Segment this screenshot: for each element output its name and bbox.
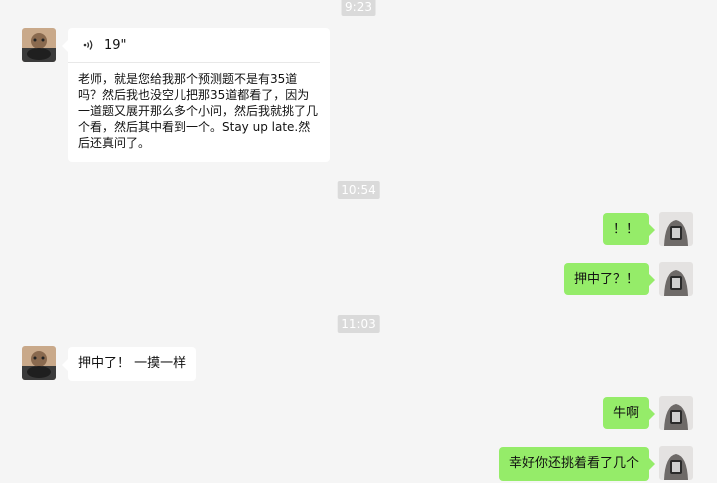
voice-message-bubble[interactable]: 19" 老师，就是您给我那个预测题不是有35道吗？然后我也没空儿把那35道都看了… xyxy=(62,28,330,162)
timestamp: 9:23 xyxy=(341,0,376,16)
voice-wave-icon xyxy=(83,40,93,50)
timestamp: 11:03 xyxy=(337,315,380,333)
voice-transcript: 老师，就是您给我那个预测题不是有35道吗？然后我也没空儿把那35道都看了，因为一… xyxy=(78,72,319,150)
sent-message-bubble[interactable]: ！！ xyxy=(602,213,656,245)
sent-message-bubble[interactable]: 牛啊 xyxy=(602,397,656,429)
self-avatar[interactable] xyxy=(659,212,693,246)
contact-avatar[interactable] xyxy=(22,28,56,62)
sent-message-bubble[interactable]: 押中了？！ xyxy=(563,263,656,295)
sent-message-bubble[interactable]: 幸好你还挑着看了几个 xyxy=(498,447,656,481)
voice-message-player[interactable]: 19" xyxy=(68,28,320,63)
self-avatar[interactable] xyxy=(659,262,693,296)
self-avatar[interactable] xyxy=(659,446,693,480)
received-message-bubble[interactable]: 押中了！ 一摸一样 xyxy=(61,347,197,381)
voice-duration: 19" xyxy=(104,37,127,53)
self-avatar[interactable] xyxy=(659,396,693,430)
contact-avatar[interactable] xyxy=(22,346,56,380)
timestamp: 10:54 xyxy=(337,181,380,199)
chat-window: 9:23 19" 老师，就是您给我那个预测题不是有35道吗？然后我也没空儿把那3… xyxy=(0,0,717,483)
